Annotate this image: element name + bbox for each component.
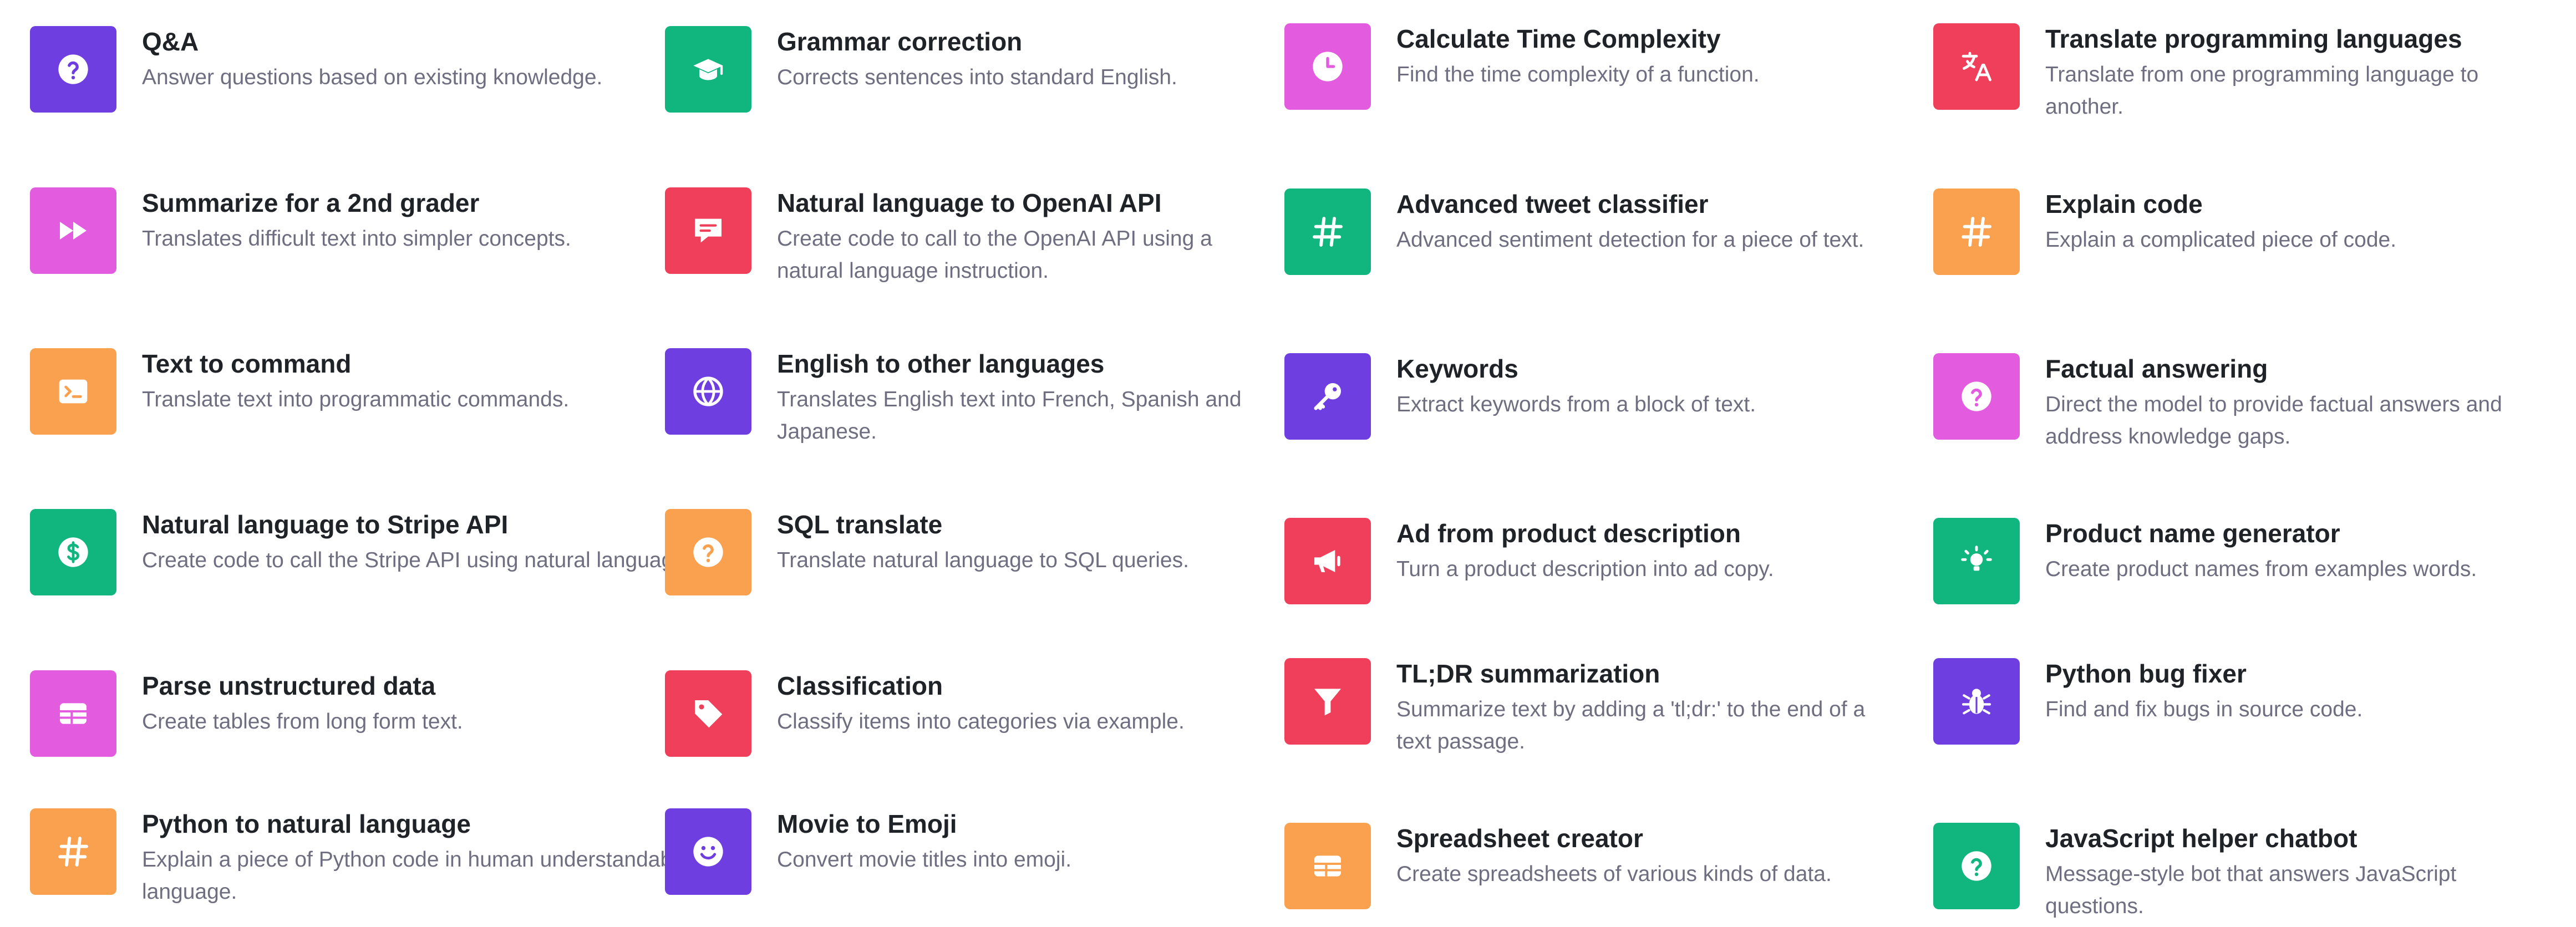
hashtag-icon	[1284, 189, 1371, 275]
card-description: Summarize text by adding a 'tl;dr:' to t…	[1396, 697, 1866, 753]
example-card-python-to-natural-language[interactable]: Python to natural language Explain a piec…	[30, 808, 697, 908]
example-card-python-bug-fixer[interactable]: Python bug fixer Find and fix bugs in sou…	[1933, 658, 2550, 745]
card-title: JavaScript helper chatbot	[2045, 824, 2357, 853]
message-icon	[665, 187, 751, 274]
card-title: Advanced tweet classifier	[1396, 190, 1709, 218]
card-description: Create code to call to the OpenAI API us…	[777, 227, 1212, 283]
card-title: Parse unstructured data	[142, 671, 436, 700]
card-title: Grammar correction	[777, 27, 1023, 56]
example-card-explain-code[interactable]: Explain code Explain a complicated piece …	[1933, 189, 2550, 275]
card-title: Python bug fixer	[2045, 659, 2247, 688]
lightbulb-icon	[1933, 518, 2020, 604]
card-description: Direct the model to provide factual answ…	[2045, 393, 2502, 449]
card-description: Translate natural language to SQL querie…	[777, 548, 1189, 572]
example-card-factual-answering[interactable]: Factual answering Direct the model to pro…	[1933, 353, 2550, 453]
card-description: Extract keywords from a block of text.	[1396, 393, 1756, 416]
example-card-text-to-command[interactable]: Text to command Translate text into progr…	[30, 348, 697, 435]
terminal-icon	[30, 348, 116, 435]
dollar-icon	[30, 509, 116, 595]
fast-forward-icon	[30, 187, 116, 274]
example-card-translate-programming-languages[interactable]: Translate programming languages Translate…	[1933, 23, 2550, 123]
card-description: Turn a product description into ad copy.	[1396, 557, 1774, 581]
key-icon	[1284, 353, 1371, 440]
example-card-ad-from-product-description[interactable]: Ad from product description Turn a produc…	[1284, 518, 1901, 604]
card-title: Translate programming languages	[2045, 24, 2462, 53]
card-description: Create spreadsheets of various kinds of …	[1396, 862, 1832, 886]
card-title: Product name generator	[2045, 519, 2340, 548]
example-card-natural-language-openai-api[interactable]: Natural language to OpenAI API Create cod…	[665, 187, 1254, 287]
card-title: Spreadsheet creator	[1396, 824, 1643, 853]
card-title: Calculate Time Complexity	[1396, 24, 1721, 53]
question-icon	[665, 509, 751, 595]
card-description: Explain a complicated piece of code.	[2045, 228, 2397, 252]
example-card-advanced-tweet-classifier[interactable]: Advanced tweet classifier Advanced sentim…	[1284, 189, 1901, 275]
table-icon	[30, 670, 116, 757]
card-description: Find the time complexity of a function.	[1396, 63, 1760, 86]
graduation-cap-icon	[665, 26, 751, 113]
question-icon	[1933, 823, 2020, 909]
card-title: TL;DR summarization	[1396, 659, 1660, 688]
clock-icon	[1284, 23, 1371, 110]
example-card-javascript-helper-chatbot[interactable]: JavaScript helper chatbot Message-style b…	[1933, 823, 2550, 923]
card-title: Text to command	[142, 349, 352, 378]
card-title: Ad from product description	[1396, 519, 1741, 548]
bug-icon	[1933, 658, 2020, 745]
card-description: Advanced sentiment detection for a piece…	[1396, 228, 1864, 252]
card-description: Corrects sentences into standard English…	[777, 65, 1177, 89]
card-title: Explain code	[2045, 190, 2203, 218]
filter-icon	[1284, 658, 1371, 745]
card-description: Answer questions based on existing knowl…	[142, 65, 603, 89]
card-title: Keywords	[1396, 354, 1518, 383]
card-description: Translates English text into French, Spa…	[777, 388, 1242, 444]
card-description: Find and fix bugs in source code.	[2045, 697, 2363, 721]
example-card-grammar-correction[interactable]: Grammar correction Corrects sentences int…	[665, 26, 1254, 113]
card-title: SQL translate	[777, 510, 943, 539]
card-description: Translate text into programmatic command…	[142, 388, 570, 411]
megaphone-icon	[1284, 518, 1371, 604]
example-card-parse-unstructured-data[interactable]: Parse unstructured data Create tables fro…	[30, 670, 697, 757]
card-description: Create code to call the Stripe API using…	[142, 548, 692, 572]
globe-icon	[665, 348, 751, 435]
card-description: Explain a piece of Python code in human …	[142, 848, 689, 904]
example-card-product-name-generator[interactable]: Product name generator Create product nam…	[1933, 518, 2550, 604]
card-description: Convert movie titles into emoji.	[777, 848, 1072, 872]
example-card-movie-to-emoji[interactable]: Movie to Emoji Convert movie titles into …	[665, 808, 1254, 895]
card-title: Natural language to Stripe API	[142, 510, 509, 539]
card-description: Translate from one programming language …	[2045, 63, 2479, 119]
example-card-sql-translate[interactable]: SQL translate Translate natural language …	[665, 509, 1254, 595]
example-card-spreadsheet-creator[interactable]: Spreadsheet creator Create spreadsheets o…	[1284, 823, 1901, 909]
example-card-summarize-2nd-grader[interactable]: Summarize for a 2nd grader Translates dif…	[30, 187, 697, 274]
smile-icon	[665, 808, 751, 895]
card-title: Python to natural language	[142, 809, 471, 838]
card-description: Translates difficult text into simpler c…	[142, 227, 571, 251]
card-description: Classify items into categories via examp…	[777, 710, 1185, 734]
example-card-natural-language-stripe-api[interactable]: Natural language to Stripe API Create cod…	[30, 509, 697, 595]
example-card-english-to-other-languages[interactable]: English to other languages Translates Eng…	[665, 348, 1254, 448]
card-title: Factual answering	[2045, 354, 2268, 383]
example-card-qa[interactable]: Q&A Answer questions based on existing kn…	[30, 26, 697, 113]
translate-icon	[1933, 23, 2020, 110]
card-title: Movie to Emoji	[777, 809, 957, 838]
example-card-tldr-summarization[interactable]: TL;DR summarization Summarize text by add…	[1284, 658, 1901, 758]
card-title: English to other languages	[777, 349, 1105, 378]
hashtag-icon	[1933, 189, 2020, 275]
card-description: Create tables from long form text.	[142, 710, 463, 734]
card-title: Classification	[777, 671, 943, 700]
card-title: Summarize for a 2nd grader	[142, 189, 480, 217]
example-card-calculate-time-complexity[interactable]: Calculate Time Complexity Find the time c…	[1284, 23, 1901, 110]
question-icon	[30, 26, 116, 113]
question-icon	[1933, 353, 2020, 440]
hashtag-icon	[30, 808, 116, 895]
card-description: Create product names from examples words…	[2045, 557, 2477, 581]
examples-grid: Q&A Answer questions based on existing kn…	[0, 0, 2576, 927]
card-title: Natural language to OpenAI API	[777, 189, 1162, 217]
table-icon	[1284, 823, 1371, 909]
example-card-keywords[interactable]: Keywords Extract keywords from a block of…	[1284, 353, 1901, 440]
card-description: Message-style bot that answers JavaScrip…	[2045, 862, 2457, 918]
example-card-classification[interactable]: Classification Classify items into catego…	[665, 670, 1254, 757]
card-title: Q&A	[142, 27, 199, 56]
tag-icon	[665, 670, 751, 757]
